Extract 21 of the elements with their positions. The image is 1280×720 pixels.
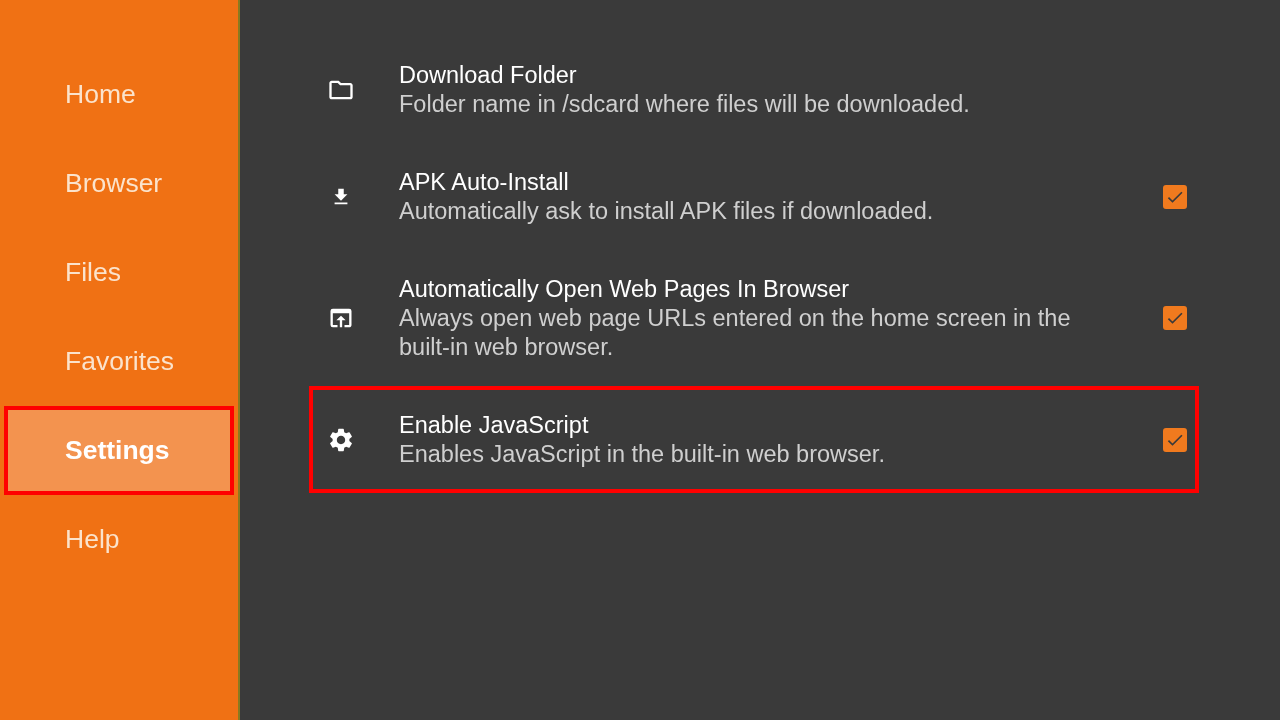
setting-description: Always open web page URLs entered on the home screen in the built-in web browser.: [399, 304, 1072, 362]
setting-row[interactable]: APK Auto-Install Automatically ask to install APK files if downloaded.: [309, 143, 1199, 250]
setting-title: Enable JavaScript: [399, 411, 589, 440]
setting-title: Automatically Open Web Pages In Browser: [399, 275, 850, 304]
setting-row[interactable]: Automatically Open Web Pages In Browser Always open web page URLs entered on the home screen in the built-in web browser.: [309, 250, 1199, 386]
setting-title: Download Folder: [399, 61, 577, 90]
setting-row[interactable]: Download Folder Folder name in /sdcard where files will be downloaded.: [309, 36, 1199, 143]
sidebar-item[interactable]: Browser: [4, 139, 234, 228]
setting-title: APK Auto-Install: [399, 168, 569, 197]
checkbox[interactable]: [1163, 427, 1187, 452]
sidebar-item[interactable]: Favorites: [4, 317, 234, 406]
setting-description: Folder name in /sdcard where files will be downloaded.: [399, 90, 970, 119]
checkbox[interactable]: [1163, 184, 1187, 209]
checkbox[interactable]: [1163, 306, 1187, 330]
sidebar-item[interactable]: Settings: [4, 406, 234, 495]
setting-description: Automatically ask to install APK files if downloaded.: [399, 197, 934, 226]
sidebar-item[interactable]: Files: [4, 228, 234, 317]
setting-description: Enables JavaScript in the built-in web browser.: [399, 440, 885, 469]
sidebar-item[interactable]: Help: [4, 495, 234, 584]
sidebar-item[interactable]: Home: [4, 50, 234, 139]
setting-row[interactable]: Enable JavaScript Enables JavaScript in the built-in web browser.: [309, 386, 1199, 493]
